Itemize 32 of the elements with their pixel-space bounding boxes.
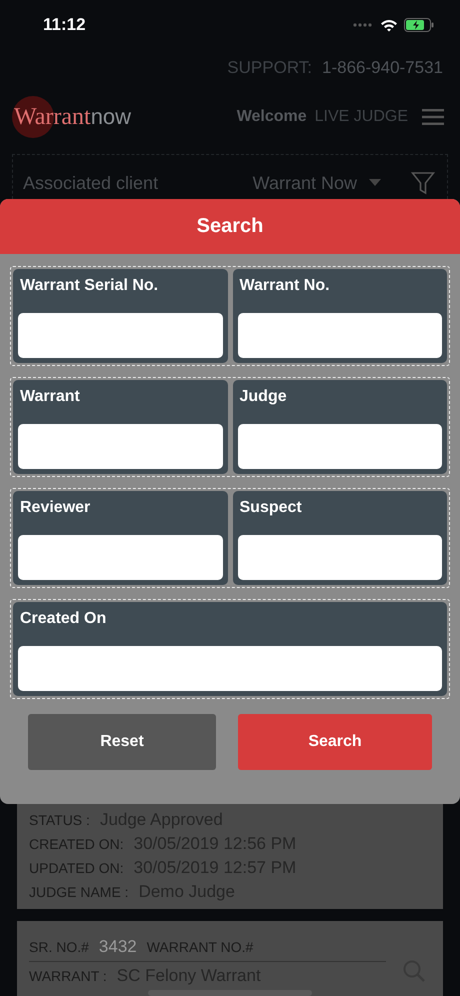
- field-label: Warrant No.: [238, 277, 331, 295]
- input-field[interactable]: [238, 313, 442, 358]
- caret-icon: [369, 179, 381, 187]
- status-time: 11:12: [43, 15, 86, 35]
- reset-button[interactable]: Reset: [28, 714, 216, 770]
- filter-icon[interactable]: [411, 171, 435, 195]
- support-label: SUPPORT:: [227, 58, 312, 79]
- user-name: LIVE JUDGE: [314, 108, 408, 126]
- client-label: Associated client: [23, 172, 160, 194]
- menu-icon[interactable]: [422, 109, 444, 125]
- logo: Warrantnow: [12, 96, 132, 138]
- input-field[interactable]: [18, 646, 442, 691]
- support-phone[interactable]: 1-866-940-7531: [322, 58, 443, 86]
- sr-value: 3432: [98, 937, 137, 957]
- input-field[interactable]: [238, 424, 442, 469]
- input-field[interactable]: [18, 535, 222, 580]
- signal-icon: [352, 22, 374, 28]
- battery-icon: [404, 18, 434, 32]
- welcome-label: Welcome: [236, 108, 307, 126]
- wifi-icon: [380, 18, 398, 32]
- search-button[interactable]: Search: [238, 714, 432, 770]
- input-field[interactable]: [238, 535, 442, 580]
- field-label: Suspect: [238, 499, 303, 517]
- client-dropdown[interactable]: Warrant Now: [252, 172, 381, 194]
- field-label: Warrant: [19, 388, 81, 406]
- field-label: Judge: [238, 388, 288, 406]
- input-field[interactable]: [18, 424, 222, 469]
- dialog-title: Search: [196, 215, 264, 238]
- field-label: Reviewer: [19, 499, 92, 517]
- field-label: Warrant Serial No.: [19, 277, 160, 295]
- input-field[interactable]: [18, 313, 222, 358]
- field-label: Created On: [19, 610, 108, 628]
